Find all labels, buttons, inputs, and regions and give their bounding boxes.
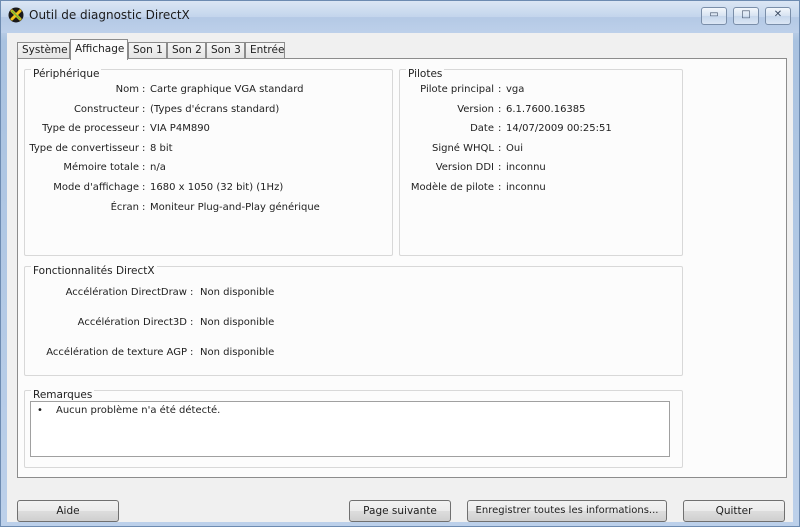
separator: : [142,84,146,95]
device-value: 8 bit [150,143,173,154]
maximize-button[interactable]: □ [733,7,759,25]
separator: : [498,182,502,193]
device-label: Constructeur [73,104,139,115]
help-button[interactable]: Aide [17,500,119,522]
driver-label: Version DDI [435,162,494,173]
quit-button[interactable]: Quitter [683,500,785,522]
device-label: Nom [115,84,139,95]
minimize-icon: ▭ [709,9,719,20]
features-group-title: Fonctionnalités DirectX [31,265,157,277]
device-label: Mode d'affichage [53,182,139,193]
separator: : [190,317,194,328]
separator: : [190,347,194,358]
title-bar[interactable]: Outil de diagnostic DirectX ▭ □ ✕ [1,1,799,33]
separator: : [498,84,502,95]
device-group-title: Périphérique [31,68,102,80]
tab-entree[interactable]: Entrée [245,42,285,58]
device-label: Écran [110,202,139,213]
driver-value: inconnu [506,182,546,193]
driver-value: Oui [506,143,523,154]
driver-label: Date [470,123,494,134]
feature-label: Accélération DirectDraw [65,287,187,298]
separator: : [142,162,146,173]
separator: : [498,143,502,154]
notes-textbox[interactable]: • Aucun problème n'a été détecté. [30,401,670,457]
driver-label: Version [457,104,494,115]
close-icon: ✕ [773,9,783,20]
separator: : [498,123,502,134]
dialog-client: Système Affichage Son 1 Son 2 Son 3 Entr… [7,33,793,522]
separator: : [142,123,146,134]
tab-panel-affichage: Périphérique Nom : Carte graphique VGA s… [17,58,787,478]
notes-bullet: • [37,405,43,416]
driver-label: Pilote principal [420,84,494,95]
maximize-icon: □ [741,9,751,20]
tab-son-1[interactable]: Son 1 [128,42,167,58]
device-value: Moniteur Plug-and-Play générique [150,202,320,213]
feature-value: Non disponible [200,317,275,328]
feature-label: Accélération Direct3D [77,317,187,328]
notes-group: Remarques • Aucun problème n'a été détec… [24,389,683,468]
driver-label: Signé WHQL [432,143,494,154]
device-value: (Types d'écrans standard) [150,104,280,115]
minimize-button[interactable]: ▭ [701,7,727,25]
feature-value: Non disponible [200,287,275,298]
notes-text: Aucun problème n'a été détecté. [56,405,221,416]
tab-systeme[interactable]: Système [17,42,70,58]
separator: : [142,202,146,213]
driver-value: inconnu [506,162,546,173]
next-page-button[interactable]: Page suivante [349,500,451,522]
driver-value: 14/07/2009 00:25:51 [506,123,612,134]
dxdiag-window: Outil de diagnostic DirectX ▭ □ ✕ Systèm… [0,0,800,527]
device-group: Périphérique Nom : Carte graphique VGA s… [24,68,393,256]
driver-label: Modèle de pilote [410,182,494,193]
feature-label: Accélération de texture AGP [46,347,187,358]
feature-value: Non disponible [200,347,275,358]
drivers-group-title: Pilotes [406,68,445,80]
device-label: Type de convertisseur [29,143,139,154]
tab-affichage[interactable]: Affichage [70,39,128,60]
device-value: VIA P4M890 [150,123,210,134]
window-title: Outil de diagnostic DirectX [29,8,190,22]
separator: : [498,104,502,115]
close-button[interactable]: ✕ [765,7,791,25]
separator: : [498,162,502,173]
directx-features-group: Fonctionnalités DirectX Accélération Dir… [24,265,683,376]
separator: : [142,143,146,154]
separator: : [142,182,146,193]
driver-value: vga [506,84,525,95]
tab-son-2[interactable]: Son 2 [167,42,206,58]
save-all-button[interactable]: Enregistrer toutes les informations... [467,500,667,522]
device-label: Mémoire totale [63,162,139,173]
drivers-group: Pilotes Pilote principal : vga Version :… [399,68,683,256]
device-value: n/a [150,162,166,173]
driver-value: 6.1.7600.16385 [506,104,586,115]
device-value: 1680 x 1050 (32 bit) (1Hz) [150,182,284,193]
device-label: Type de processeur [42,123,139,134]
device-value: Carte graphique VGA standard [150,84,304,95]
separator: : [190,287,194,298]
notes-group-title: Remarques [31,389,95,401]
tab-son-3[interactable]: Son 3 [206,42,245,58]
directx-icon [8,7,24,23]
separator: : [142,104,146,115]
